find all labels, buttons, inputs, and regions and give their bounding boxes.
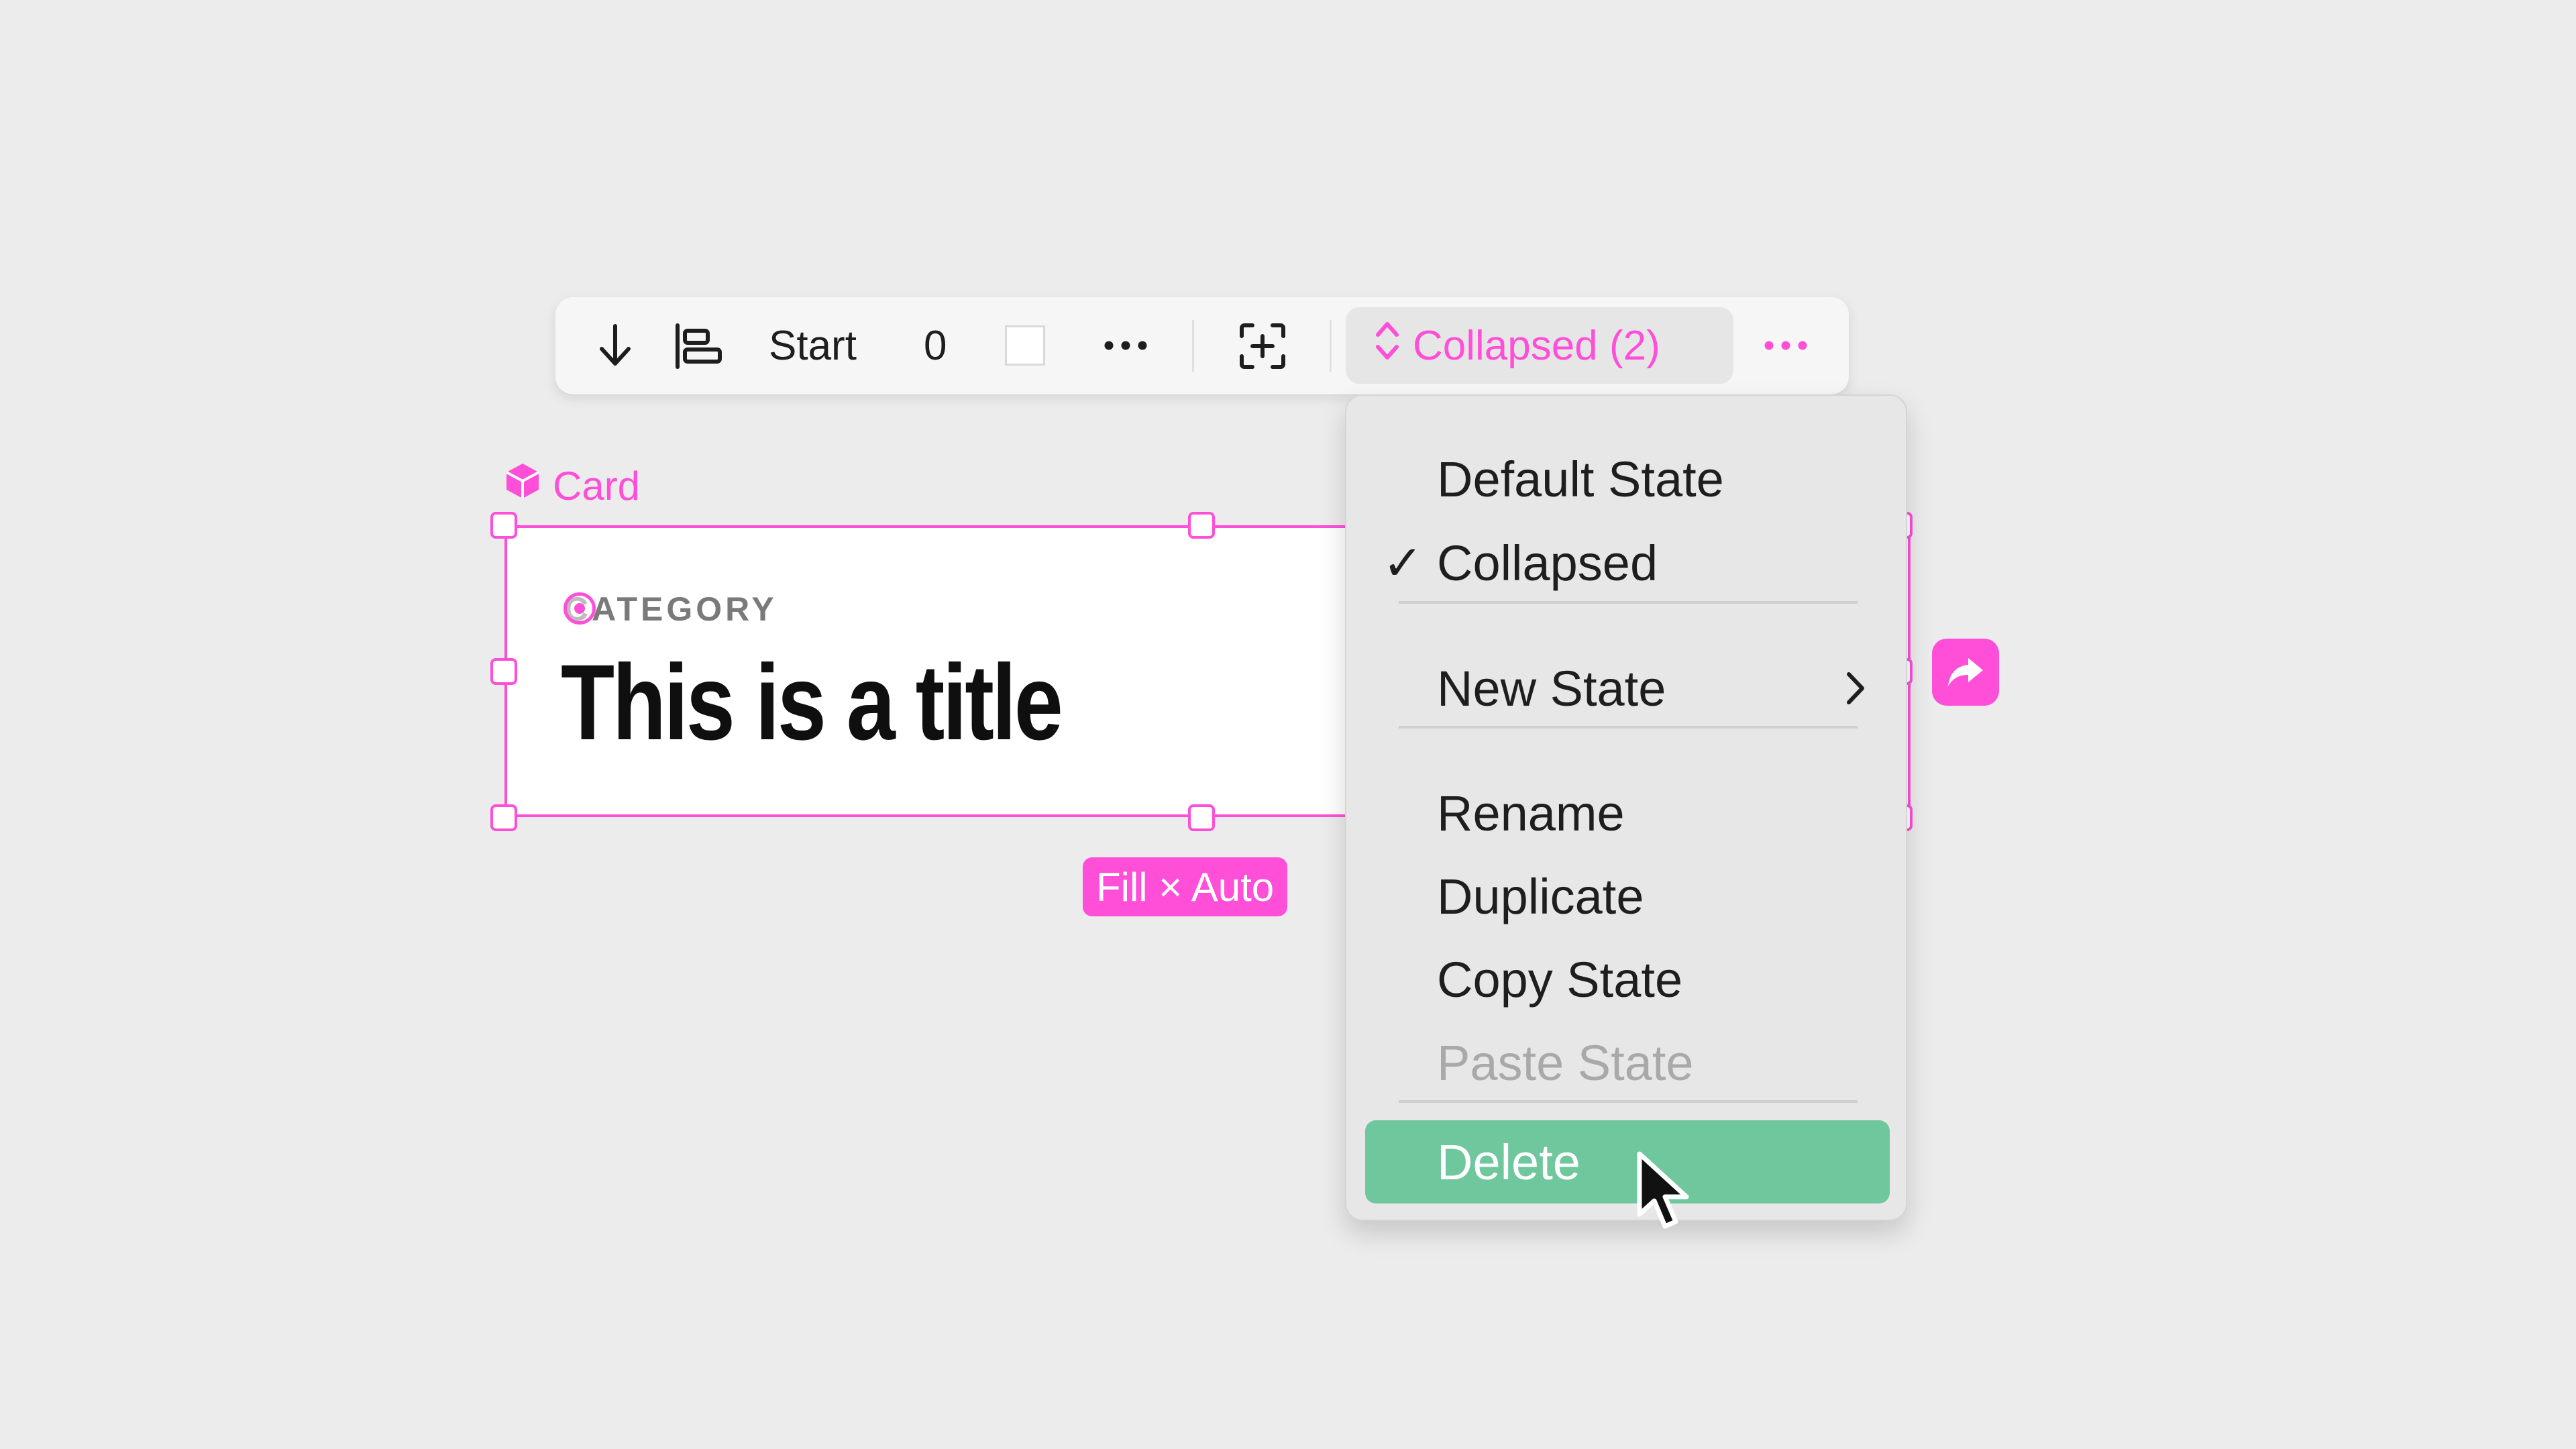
menu-separator	[1399, 1100, 1858, 1103]
align-label[interactable]: Start	[769, 325, 857, 367]
arrow-down-icon[interactable]	[593, 322, 637, 369]
resize-handle-bottom-center[interactable]	[1188, 804, 1215, 831]
gap-value[interactable]: 0	[924, 325, 947, 367]
frame-plus-icon[interactable]	[1238, 322, 1287, 370]
component-label[interactable]: Card	[504, 462, 640, 510]
ellipsis-icon[interactable]	[1104, 332, 1148, 359]
menu-item-collapsed[interactable]: ✓ Collapsed	[1346, 525, 1906, 600]
chevron-right-icon	[1845, 660, 1866, 717]
component-cube-icon	[504, 462, 541, 510]
share-arrow-icon[interactable]	[1932, 639, 1999, 706]
up-down-chevron-icon	[1374, 317, 1401, 374]
menu-item-copy-state[interactable]: Copy State	[1346, 942, 1906, 1017]
card-category[interactable]: CATEGORY	[564, 590, 777, 629]
state-toolbar: Start 0 Collapsed (2)	[555, 297, 1849, 394]
resize-handle-top-center[interactable]	[1188, 512, 1215, 539]
menu-separator	[1399, 601, 1858, 604]
menu-item-rename[interactable]: Rename	[1346, 775, 1906, 851]
menu-item-duplicate[interactable]: Duplicate	[1346, 859, 1906, 934]
state-overflow-icon[interactable]	[1764, 332, 1808, 359]
align-start-icon[interactable]	[672, 322, 726, 370]
menu-item-delete[interactable]: Delete	[1365, 1120, 1890, 1203]
resize-handle-top-left[interactable]	[490, 512, 517, 539]
mouse-pointer-icon	[1635, 1151, 1696, 1235]
checkmark-icon: ✓	[1383, 537, 1424, 590]
component-name: Card	[553, 463, 641, 508]
state-selector-button[interactable]: Collapsed (2)	[1346, 307, 1733, 384]
resize-handle-middle-left[interactable]	[490, 658, 517, 685]
menu-separator	[1399, 726, 1858, 729]
layer-target-icon[interactable]	[564, 592, 596, 625]
card-title[interactable]: This is a title	[561, 641, 1063, 764]
menu-item-new-state[interactable]: New State	[1346, 651, 1906, 726]
state-context-menu: Default State ✓ Collapsed New State Rena…	[1345, 394, 1907, 1221]
menu-item-default-state[interactable]: Default State	[1346, 441, 1906, 517]
resize-handle-bottom-left[interactable]	[490, 804, 517, 831]
fill-swatch[interactable]	[1005, 325, 1045, 366]
toolbar-divider	[1192, 320, 1194, 372]
state-selector-label: Collapsed (2)	[1413, 322, 1660, 369]
size-badge[interactable]: Fill × Auto	[1083, 857, 1288, 916]
menu-item-paste-state: Paste State	[1437, 1034, 1694, 1091]
toolbar-divider	[1330, 320, 1332, 372]
